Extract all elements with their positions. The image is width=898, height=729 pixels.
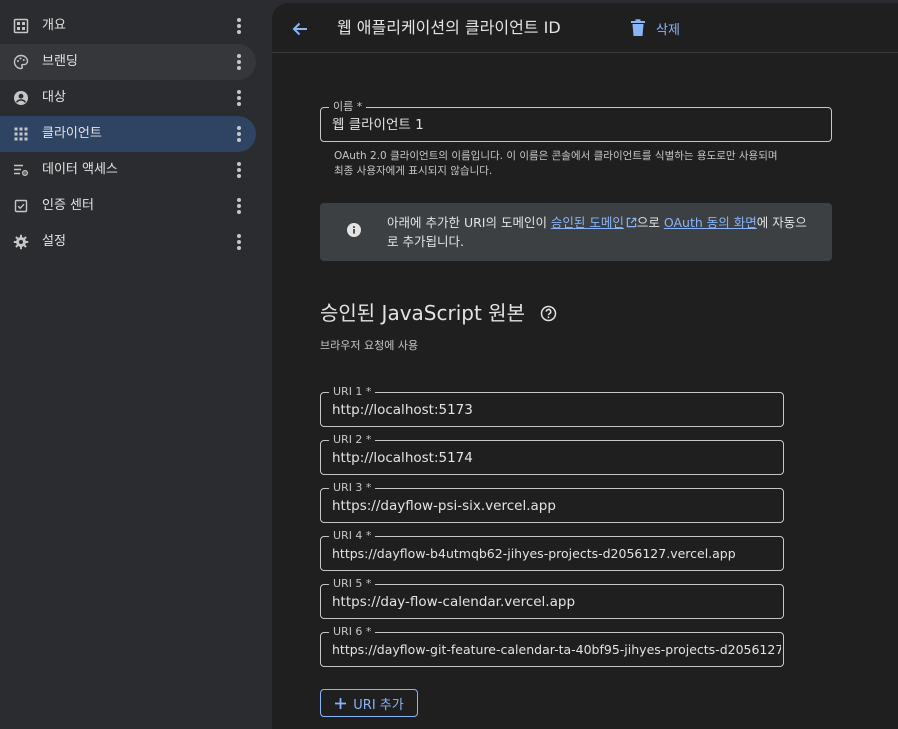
delete-button[interactable]: 삭제 bbox=[630, 16, 680, 40]
name-field-value: 웹 클라이언트 1 bbox=[332, 117, 424, 133]
info-text-part: 아래에 추가한 URI의 도메인이 bbox=[387, 215, 551, 230]
trash-icon bbox=[631, 19, 645, 36]
sidebar-item-settings[interactable]: 설정 bbox=[0, 224, 256, 260]
uri-field[interactable]: URI 4 * https://dayflow-b4utmqb62-jihyes… bbox=[320, 529, 784, 571]
uri-field-value: https://day-flow-calendar.vercel.app bbox=[332, 594, 576, 610]
account-circle-icon bbox=[14, 91, 28, 105]
uri-field-value: https://dayflow-git-feature-calendar-ta-… bbox=[332, 642, 781, 657]
helper-line: 최종 사용자에게 표시되지 않습니다. bbox=[334, 165, 493, 177]
sidebar-item-label: 인증 센터 bbox=[42, 198, 94, 213]
info-banner: 아래에 추가한 URI의 도메인이 승인된 도메인 으로 OAuth 동의 화면에… bbox=[320, 203, 832, 261]
sidebar-item-label: 대상 bbox=[42, 90, 66, 105]
more-vert-icon[interactable] bbox=[236, 162, 242, 178]
uri-field-label: URI 2 * bbox=[329, 433, 376, 447]
sidebar-item-branding[interactable]: 브랜딩 bbox=[0, 44, 256, 80]
sidebar-item-label: 브랜딩 bbox=[42, 54, 78, 69]
uri-field-value: https://dayflow-psi-six.vercel.app bbox=[332, 498, 556, 514]
uri-field-label: URI 4 * bbox=[329, 529, 376, 543]
sidebar-item-audience[interactable]: 대상 bbox=[0, 80, 256, 116]
dashboard-icon bbox=[13, 18, 29, 34]
sidebar-item-clients[interactable]: 클라이언트 bbox=[0, 116, 256, 152]
add-uri-label: URI 추가 bbox=[353, 697, 404, 713]
back-arrow-icon[interactable] bbox=[290, 19, 310, 39]
uri-field-value: http://localhost:5173 bbox=[332, 402, 473, 418]
helper-line: OAuth 2.0 클라이언트의 이름입니다. 이 이름은 콘솔에서 클라이언트… bbox=[334, 150, 778, 162]
page-title: 웹 애플리케이션의 클라이언트 ID bbox=[337, 18, 561, 37]
help-icon[interactable] bbox=[540, 305, 557, 322]
gear-icon bbox=[13, 234, 29, 250]
name-field[interactable]: 이름 * 웹 클라이언트 1 bbox=[320, 100, 832, 142]
uri-field[interactable]: URI 6 * https://dayflow-git-feature-cale… bbox=[320, 625, 784, 667]
more-vert-icon[interactable] bbox=[236, 90, 242, 106]
more-vert-icon[interactable] bbox=[236, 234, 242, 250]
uri-field-label: URI 1 * bbox=[329, 385, 376, 399]
more-vert-icon[interactable] bbox=[236, 54, 242, 70]
main-panel: 웹 애플리케이션의 클라이언트 ID 삭제 이름 * 웹 클라이언트 1 OAu… bbox=[272, 3, 898, 729]
data-access-icon bbox=[14, 164, 28, 176]
sidebar-item-label: 클라이언트 bbox=[42, 126, 102, 141]
sidebar: 개요 브랜딩 대상 클라이언트 데이터 액세스 인증 센터 설정 bbox=[0, 0, 264, 729]
more-vert-icon[interactable] bbox=[236, 18, 242, 34]
info-text-part: 으로 bbox=[636, 215, 664, 230]
more-vert-icon[interactable] bbox=[236, 126, 242, 142]
uri-field-label: URI 5 * bbox=[329, 577, 376, 591]
uri-field-value: https://dayflow-b4utmqb62-jihyes-project… bbox=[332, 546, 736, 561]
sidebar-item-overview[interactable]: 개요 bbox=[0, 8, 256, 44]
plus-icon bbox=[335, 697, 347, 709]
more-vert-icon[interactable] bbox=[236, 198, 242, 214]
palette-icon bbox=[13, 54, 29, 70]
uri-field[interactable]: URI 2 * http://localhost:5174 bbox=[320, 433, 784, 475]
sidebar-item-verification-center[interactable]: 인증 센터 bbox=[0, 188, 256, 224]
section-subtitle: 브라우저 요청에 사용 bbox=[320, 339, 419, 352]
name-field-label: 이름 * bbox=[329, 100, 367, 114]
info-text: 아래에 추가한 URI의 도메인이 승인된 도메인 으로 OAuth 동의 화면에… bbox=[387, 213, 817, 251]
authorized-domains-link[interactable]: 승인된 도메인 bbox=[551, 215, 624, 230]
open-in-new-icon bbox=[626, 217, 637, 228]
add-uri-button[interactable]: URI 추가 bbox=[320, 689, 418, 717]
oauth-consent-screen-link[interactable]: OAuth 동의 화면 bbox=[664, 215, 757, 230]
uri-field[interactable]: URI 5 * https://day-flow-calendar.vercel… bbox=[320, 577, 784, 619]
name-field-helper: OAuth 2.0 클라이언트의 이름입니다. 이 이름은 콘솔에서 클라이언트… bbox=[334, 149, 814, 179]
apps-grid-icon bbox=[14, 127, 28, 141]
sidebar-item-label: 설정 bbox=[42, 234, 66, 249]
info-icon bbox=[347, 223, 361, 237]
uri-field-label: URI 3 * bbox=[329, 481, 376, 495]
delete-label: 삭제 bbox=[656, 22, 680, 38]
uri-field[interactable]: URI 3 * https://dayflow-psi-six.vercel.a… bbox=[320, 481, 784, 523]
sidebar-item-label: 데이터 액세스 bbox=[42, 162, 118, 177]
uri-field-value: http://localhost:5174 bbox=[332, 450, 473, 466]
sidebar-item-data-access[interactable]: 데이터 액세스 bbox=[0, 152, 256, 188]
sidebar-item-label: 개요 bbox=[42, 18, 66, 33]
page-header: 웹 애플리케이션의 클라이언트 ID 삭제 bbox=[272, 3, 898, 53]
uri-field-label: URI 6 * bbox=[329, 625, 376, 639]
uri-field[interactable]: URI 1 * http://localhost:5173 bbox=[320, 385, 784, 427]
verified-box-icon bbox=[14, 199, 28, 213]
section-title: 승인된 JavaScript 원본 bbox=[320, 301, 525, 325]
